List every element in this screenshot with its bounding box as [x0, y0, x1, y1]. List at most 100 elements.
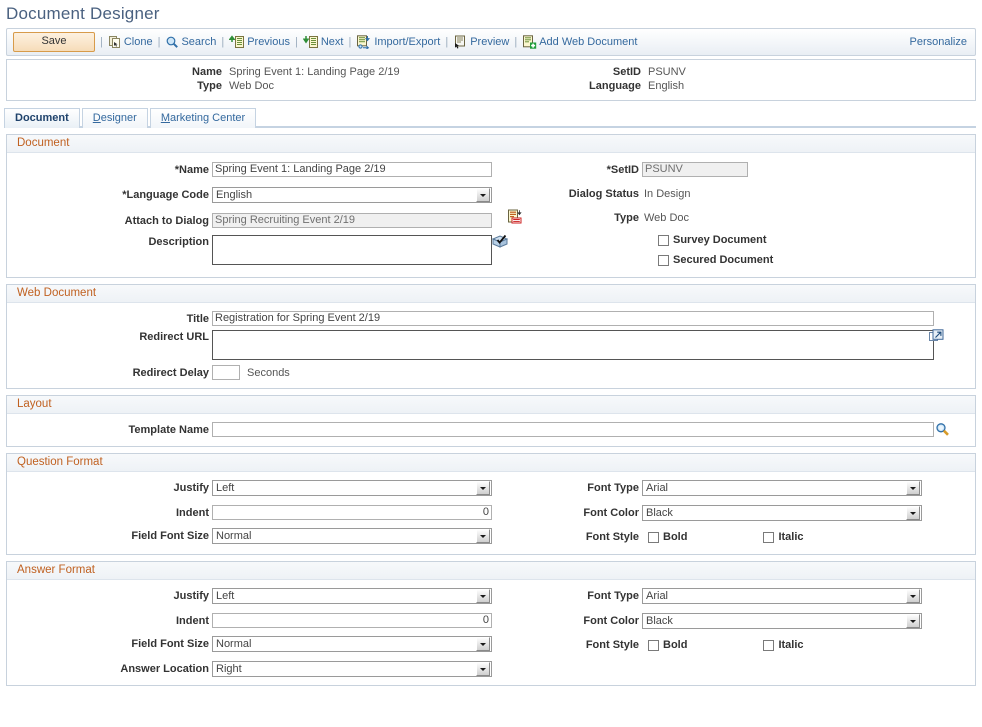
question-font-color-label: Font Color — [583, 507, 639, 519]
survey-document-checkbox-box — [658, 234, 669, 246]
chevron-down-icon — [906, 589, 920, 603]
preview-label: Preview — [470, 36, 510, 48]
answer-font-type-value: Arial — [646, 590, 669, 602]
toolbar-separator: | — [157, 36, 161, 48]
language-code-label: *Language Code — [122, 189, 209, 201]
next-icon — [302, 35, 319, 49]
header-language-value: English — [648, 80, 685, 92]
answer-italic-label: Italic — [778, 639, 804, 651]
toolbar: Save | Clone | Search | Previous | Next … — [6, 28, 976, 56]
question-italic-checkbox-box — [763, 531, 775, 543]
search-button[interactable]: Search — [165, 35, 216, 49]
tab-document-label: Document — [15, 112, 69, 124]
header-type-label: Type — [197, 80, 222, 92]
web-document-section: Web Document Title Redirect URL — [6, 284, 976, 389]
description-textarea[interactable] — [212, 235, 492, 265]
question-format-section-header: Question Format — [7, 454, 975, 472]
web-document-section-header: Web Document — [7, 285, 975, 303]
redirect-delay-input[interactable] — [212, 365, 240, 380]
search-label: Search — [181, 36, 217, 48]
question-font-type-select[interactable]: Arial — [642, 480, 922, 496]
secured-document-checkbox-box — [658, 254, 669, 266]
previous-label: Previous — [247, 36, 290, 48]
header-name-label: Name — [192, 66, 222, 78]
toolbar-separator: | — [445, 36, 449, 48]
header-name-value: Spring Event 1: Landing Page 2/19 — [229, 66, 400, 78]
document-section: Document *Name *Language Code English At… — [6, 134, 976, 278]
question-bold-checkbox-box — [648, 531, 659, 543]
answer-font-color-select[interactable]: Black — [642, 613, 922, 629]
tab-document[interactable]: Document — [4, 108, 80, 128]
add-web-document-button[interactable]: Add Web Document — [522, 35, 637, 49]
import-export-button[interactable]: Import/Export — [356, 35, 441, 50]
spellcheck-icon[interactable] — [491, 233, 509, 251]
answer-indent-label: Indent — [176, 614, 209, 627]
answer-font-color-value: Black — [646, 615, 673, 627]
personalize-link[interactable]: Personalize — [910, 36, 967, 48]
redirect-delay-label: Redirect Delay — [132, 366, 209, 379]
toolbar-separator: | — [348, 36, 352, 48]
question-font-color-select[interactable]: Black — [642, 505, 922, 521]
layout-section: Layout Template Name — [6, 395, 976, 447]
answer-location-value: Right — [216, 663, 242, 675]
answer-italic-checkbox[interactable]: Italic — [763, 639, 804, 651]
question-format-section-body: Justify Left Indent Field Font Size Norm… — [7, 472, 975, 554]
add-web-document-label: Add Web Document — [539, 36, 638, 48]
previous-button[interactable]: Previous — [228, 35, 290, 49]
question-font-color-value: Black — [646, 507, 673, 519]
save-button[interactable]: Save — [13, 32, 95, 52]
document-section-body: *Name *Language Code English Attach to D… — [7, 153, 975, 277]
question-indent-label: Indent — [176, 506, 209, 519]
web-title-input[interactable] — [212, 311, 934, 326]
next-label: Next — [320, 36, 344, 48]
tab-designer-accesskey: D — [92, 112, 101, 124]
question-italic-checkbox[interactable]: Italic — [763, 531, 804, 543]
document-section-header: Document — [7, 135, 975, 153]
preview-button[interactable]: Preview — [453, 35, 509, 49]
chevron-down-icon — [476, 662, 490, 676]
clone-label: Clone — [123, 36, 153, 48]
toolbar-separator: | — [221, 36, 225, 48]
web-document-section-body: Title Redirect URL Redirect D — [7, 303, 975, 388]
toolbar-separator: | — [100, 36, 103, 48]
chevron-down-icon — [906, 481, 920, 495]
setid-input — [642, 162, 748, 177]
template-lookup-icon[interactable] — [935, 422, 950, 437]
toolbar-separator: | — [514, 36, 518, 48]
description-label: Description — [148, 236, 209, 248]
chevron-down-icon — [906, 614, 920, 628]
preview-icon — [453, 35, 468, 49]
answer-field-font-size-label: Field Font Size — [131, 638, 209, 650]
page-title: Document Designer — [6, 4, 160, 23]
header-type-value: Web Doc — [229, 80, 275, 92]
tab-marketing-center-accesskey: M — [160, 112, 170, 124]
import-export-label: Import/Export — [374, 36, 441, 48]
open-in-new-window-icon[interactable] — [929, 329, 944, 344]
answer-location-select[interactable]: Right — [212, 661, 492, 677]
clone-button[interactable]: Clone — [108, 35, 153, 49]
secured-document-checkbox[interactable]: Secured Document — [658, 254, 773, 266]
next-button[interactable]: Next — [302, 35, 344, 49]
answer-bold-label: Bold — [663, 639, 688, 651]
tab-marketing-center[interactable]: Marketing Center — [149, 108, 257, 128]
answer-format-section-header: Answer Format — [7, 562, 975, 580]
layout-section-header: Layout — [7, 396, 975, 414]
answer-justify-label: Justify — [173, 590, 209, 602]
answer-font-type-select[interactable]: Arial — [642, 588, 922, 604]
name-label: *Name — [174, 163, 209, 176]
question-bold-checkbox[interactable]: Bold — [648, 531, 687, 543]
template-name-label: Template Name — [128, 423, 210, 436]
survey-document-checkbox[interactable]: Survey Document — [658, 234, 767, 246]
redirect-url-label: Redirect URL — [139, 331, 209, 343]
answer-bold-checkbox[interactable]: Bold — [648, 639, 687, 651]
answer-font-type-label: Font Type — [587, 590, 639, 602]
header-language-label: Language — [589, 80, 641, 92]
template-name-input[interactable] — [212, 422, 934, 437]
redirect-url-textarea[interactable] — [212, 330, 934, 360]
clone-icon — [108, 35, 122, 49]
tab-designer[interactable]: Designer — [81, 108, 148, 128]
layout-section-body: Template Name — [7, 414, 975, 446]
answer-italic-checkbox-box — [763, 639, 775, 651]
question-italic-label: Italic — [778, 531, 804, 543]
dialog-status-label: Dialog Status — [568, 188, 639, 200]
